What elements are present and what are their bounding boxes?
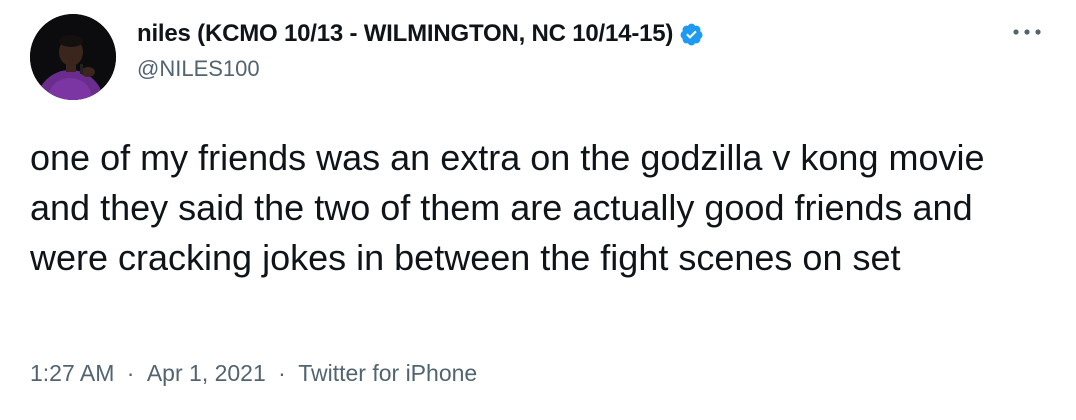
verified-badge-icon <box>679 22 704 47</box>
tweet-card: niles (KCMO 10/13 - WILMINGTON, NC 10/14… <box>0 0 1076 420</box>
meta-separator: · <box>126 360 135 386</box>
tweet-date[interactable]: Apr 1, 2021 <box>147 360 266 387</box>
avatar[interactable] <box>30 14 116 100</box>
meta-separator: · <box>278 360 286 386</box>
more-menu-button[interactable] <box>1010 20 1044 44</box>
display-name: niles (KCMO 10/13 - WILMINGTON, NC 10/14… <box>137 20 674 47</box>
avatar-image <box>30 14 116 100</box>
tweet-source[interactable]: Twitter for iPhone <box>298 360 477 387</box>
handle[interactable]: @NILES100 <box>137 56 260 82</box>
display-name-link[interactable]: niles (KCMO 10/13 - WILMINGTON, NC 10/14… <box>137 20 704 48</box>
tweet-time[interactable]: 1:27 AM <box>30 360 114 387</box>
more-horizontal-icon <box>1013 29 1041 35</box>
tweet-metadata: 1:27 AM · Apr 1, 2021 · Twitter for iPho… <box>30 360 477 387</box>
tweet-text: one of my friends was an extra on the go… <box>30 137 985 278</box>
